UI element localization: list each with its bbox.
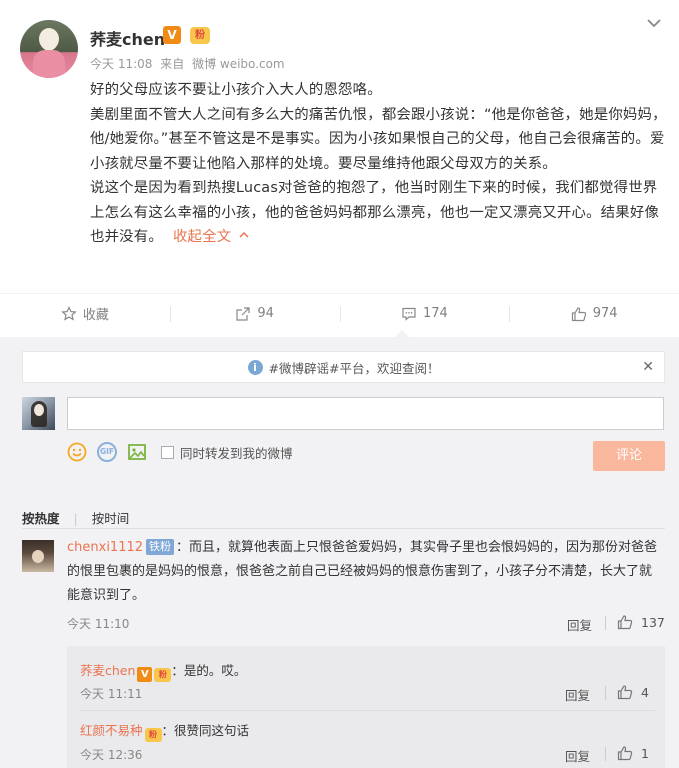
reply-text: ：很赞同这句话 xyxy=(161,723,250,738)
comment-input[interactable] xyxy=(67,397,664,430)
comment-time: 今天 11:10 xyxy=(67,617,130,631)
comment-sort-tabs: 按热度 | 按时间 xyxy=(22,508,139,527)
commenter-avatar[interactable] xyxy=(22,540,54,572)
fan-badge[interactable]: 粉 xyxy=(154,668,172,682)
chevron-down-icon[interactable] xyxy=(645,14,663,32)
collapse-text-link[interactable]: 收起全文 xyxy=(173,229,231,245)
post-source[interactable]: 微博 weibo.com xyxy=(192,57,285,71)
weibo-post-page: 荞麦chen V 粉 今天 11:08 来自 微博 weibo.com 好的父母… xyxy=(0,0,679,768)
post-paragraph: 说这个是因为看到热搜Lucas对爸爸的抱怨了，他当时刚生下来的时候，我们都觉得世… xyxy=(90,180,660,245)
reply-divider xyxy=(80,710,655,711)
post-content: 好的父母应该不要让小孩介入大人的恩怨咯。 美剧里面不管大人之间有多么大的痛苦仇恨… xyxy=(90,78,670,250)
comment-tools: GIF 同时转发到我的微博 xyxy=(67,441,293,463)
comment-section: i #微博辟谣#平台，欢迎查阅！ ✕ GIF 同时转发到我的微博 评论 按热度 … xyxy=(0,337,679,768)
reply-user-name[interactable]: 红颜不易种 xyxy=(80,723,143,738)
thumbs-up-icon xyxy=(571,306,586,321)
author-name[interactable]: 荞麦chen xyxy=(90,26,165,50)
info-icon: i xyxy=(247,359,263,375)
sort-separator: | xyxy=(73,511,78,526)
comment-item: chenxi1112 铁粉 ：而且，就算他表面上只恨爸爸爱妈妈，其实骨子里也会恨妈妈… xyxy=(67,536,659,608)
repost-checkbox-label[interactable]: 同时转发到我的微博 xyxy=(180,443,293,462)
reply-item: 红颜不易种粉：很赞同这句话 xyxy=(80,720,249,742)
action-separator xyxy=(605,686,606,700)
post-action-bar: 收藏 94 174 974 xyxy=(0,293,679,333)
tab-sort-hot[interactable]: 按热度 xyxy=(22,511,60,526)
rumor-notice-bar[interactable]: i #微博辟谣#平台，欢迎查阅！ ✕ xyxy=(22,351,665,383)
author-avatar[interactable] xyxy=(20,20,78,78)
verified-badge[interactable]: V xyxy=(163,26,181,44)
fan-badge[interactable]: 粉 xyxy=(190,27,210,44)
commenter-name[interactable]: chenxi1112 xyxy=(67,540,143,555)
reply-time: 今天 11:11 xyxy=(80,687,143,701)
reply-like-count: 4 xyxy=(641,684,649,700)
like-count: 974 xyxy=(592,306,618,321)
reply-user-name[interactable]: 荞麦chen xyxy=(80,663,135,678)
repost-count: 94 xyxy=(257,306,274,321)
action-separator xyxy=(605,616,606,630)
reply-text: ：是的。哎。 xyxy=(171,663,247,678)
reply-button[interactable]: 回复 xyxy=(565,685,590,704)
comment-icon xyxy=(402,307,416,321)
reply-list: 荞麦chen V 粉：是的。哎。 今天 11:11 回复 4 红颜不易种粉：很赞同这… xyxy=(67,646,665,768)
fans-tag[interactable]: 铁粉 xyxy=(146,539,175,555)
like-button[interactable]: 974 xyxy=(509,294,679,333)
repost-icon xyxy=(236,306,250,321)
submit-comment-button[interactable]: 评论 xyxy=(593,441,665,471)
post-meta: 今天 11:08 来自 微博 weibo.com xyxy=(90,55,289,72)
post-paragraph: 美剧里面不管大人之间有多么大的痛苦仇恨，都会跟小孩说：“他是你爸爸，她是你妈妈，… xyxy=(90,106,667,172)
chevron-up-icon[interactable] xyxy=(239,230,249,240)
favorite-label: 收藏 xyxy=(82,308,109,323)
image-icon[interactable] xyxy=(127,442,147,462)
sort-divider xyxy=(22,528,665,529)
reply-like-button[interactable]: 4 xyxy=(617,684,649,700)
reply-like-count: 1 xyxy=(641,745,649,761)
reply-item: 荞麦chen V 粉：是的。哎。 xyxy=(80,660,246,682)
reply-button[interactable]: 回复 xyxy=(565,746,590,765)
thumbs-up-icon xyxy=(617,746,633,761)
comment-button[interactable]: 174 xyxy=(339,294,510,333)
reply-like-button[interactable]: 1 xyxy=(617,745,649,761)
tab-sort-time[interactable]: 按时间 xyxy=(92,511,130,526)
reply-button[interactable]: 回复 xyxy=(567,615,592,634)
comment-like-button[interactable]: 137 xyxy=(617,614,665,630)
gif-icon[interactable]: GIF xyxy=(97,442,117,462)
favorite-button[interactable]: 收藏 xyxy=(0,294,170,333)
fan-badge[interactable]: 粉 xyxy=(144,728,162,742)
emoji-icon[interactable] xyxy=(67,442,87,462)
post-paragraph: 好的父母应该不要让小孩介入大人的恩怨咯。 xyxy=(90,82,382,98)
thumbs-up-icon xyxy=(617,615,633,630)
comment-count: 174 xyxy=(422,306,448,321)
reply-time: 今天 12:36 xyxy=(80,748,143,762)
active-tab-pointer xyxy=(395,330,409,337)
thumbs-up-icon xyxy=(617,685,633,700)
star-icon xyxy=(61,305,77,321)
repost-checkbox[interactable] xyxy=(161,445,174,459)
close-icon[interactable]: ✕ xyxy=(642,359,654,375)
repost-button[interactable]: 94 xyxy=(169,294,340,333)
my-avatar xyxy=(22,397,55,430)
rumor-notice-text[interactable]: #微博辟谣#平台，欢迎查阅！ xyxy=(269,358,440,377)
post-source-prefix: 来自 xyxy=(160,57,185,71)
post-time[interactable]: 今天 11:08 xyxy=(90,57,152,71)
verified-badge[interactable]: V xyxy=(137,667,153,682)
action-separator xyxy=(605,747,606,761)
comment-like-count: 137 xyxy=(641,614,665,630)
